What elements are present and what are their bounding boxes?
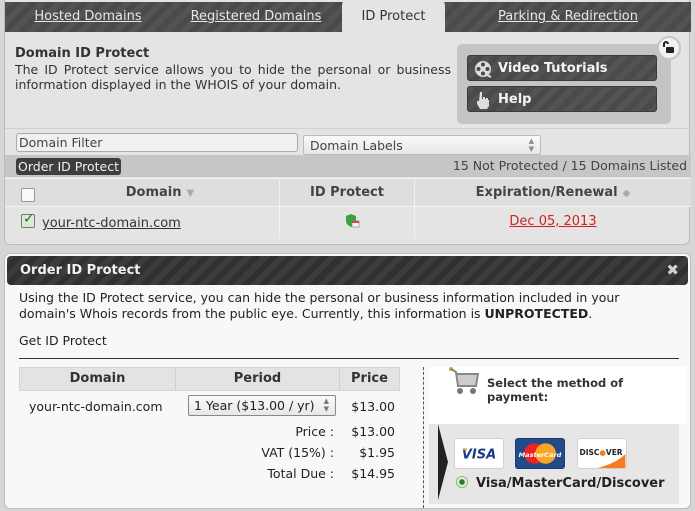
column-domain[interactable]: Domain ▼ [41, 179, 279, 207]
divider [19, 358, 679, 359]
tab-hosted-domains[interactable]: Hosted Domains [5, 2, 171, 32]
vat-label: VAT (15%) : [261, 445, 334, 460]
shield-add-icon[interactable] [344, 213, 360, 229]
order-id-protect-button[interactable]: Order ID Protect [16, 158, 121, 175]
order-id-protect-dialog: Order ID Protect ✖ Using the ID Protect … [4, 253, 691, 509]
shopping-cart-icon [449, 367, 480, 394]
payment-title: Select the method of payment: [487, 376, 624, 404]
column-expiration[interactable]: Expiration/Renewal ◆ [415, 179, 691, 207]
protection-status: UNPROTECTED [484, 306, 589, 321]
lock-toggle-button[interactable] [657, 36, 681, 60]
domain-filter-input[interactable] [16, 133, 298, 152]
help-button[interactable]: Help [467, 86, 657, 112]
period-value: 1 Year ($13.00 / yr) [194, 398, 315, 413]
subtotal-label: Price : [295, 424, 334, 439]
column-expiration-label: Expiration/Renewal [475, 185, 618, 200]
help-label: Help [498, 92, 532, 107]
section-description: The ID Protect service allows you to hid… [15, 62, 451, 92]
pointing-hand-icon [477, 92, 489, 109]
expiration-date-link[interactable]: Dec 05, 2013 [415, 214, 691, 229]
action-row: Order ID Protect 15 Not Protected / 15 D… [5, 155, 691, 177]
period-select[interactable]: 1 Year ($13.00 / yr) ▲ ▼ [188, 395, 336, 416]
column-period: Period [176, 368, 340, 390]
help-box: Video Tutorials Help [457, 44, 671, 124]
tab-parking-redirection[interactable]: Parking & Redirection [445, 2, 691, 32]
total-value: $14.95 [351, 466, 395, 481]
payment-options: VISA MasterCard DISC●VER Visa/MasterCard… [429, 424, 679, 504]
table-header: Domain ▼ ID Protect Expiration/Renewal ◆ [5, 178, 691, 207]
tab-id-protect[interactable]: ID Protect [342, 0, 445, 32]
radio-selected-icon[interactable] [456, 476, 468, 488]
price-table-header: Domain Period Price [19, 367, 400, 391]
tab-bar: Hosted Domains Registered Domains ID Pro… [5, 0, 691, 32]
domain-labels-select[interactable]: Domain Labels ▲ ▼ [303, 135, 541, 155]
listing-count: 15 Not Protected / 15 Domains Listed [452, 158, 687, 173]
filter-row: Domain Labels ▲▼ [5, 128, 691, 155]
select-all-checkbox[interactable] [21, 188, 35, 202]
svg-text:VISA: VISA [462, 448, 497, 463]
subtotal-value: $13.00 [351, 424, 395, 439]
domains-panel: Hosted Domains Registered Domains ID Pro… [4, 0, 691, 245]
payment-option-radio[interactable]: Visa/MasterCard/Discover [456, 476, 665, 491]
row-price: $13.00 [351, 399, 395, 414]
row-checkbox[interactable] [21, 211, 35, 228]
video-tutorials-button[interactable]: Video Tutorials [467, 55, 657, 81]
payment-option-label: Visa/MasterCard/Discover [476, 476, 665, 491]
select-arrows-icon: ▲ ▼ [528, 137, 534, 153]
vat-value: $1.95 [359, 445, 395, 460]
column-price: Price [351, 371, 388, 386]
order-domain: your-ntc-domain.com [29, 399, 163, 414]
payment-header: Select the method of payment: [429, 367, 687, 424]
dialog-description: Using the ID Protect service, you can hi… [19, 290, 679, 322]
svg-text:DISC●VER: DISC●VER [580, 448, 623, 457]
tab-registered-domains[interactable]: Registered Domains [171, 2, 341, 32]
sort-both-icon: ◆ [622, 188, 631, 199]
svg-text:MasterCard: MasterCard [519, 451, 562, 459]
total-label: Total Due : [267, 466, 334, 481]
unlock-icon [663, 41, 674, 53]
domain-link[interactable]: your-ntc-domain.com [42, 216, 181, 231]
domain-labels-value: Domain Labels [310, 138, 403, 153]
dialog-title: Order ID Protect [20, 263, 141, 278]
discover-card-icon: DISC●VER [577, 438, 627, 469]
table-row: your-ntc-domain.com Dec 05, 2013 [5, 208, 691, 238]
payment-method-box: Select the method of payment: VISA Maste… [423, 367, 687, 508]
description-end: . [588, 306, 593, 321]
get-id-protect-label: Get ID Protect [19, 333, 107, 348]
visa-card-icon: VISA [454, 438, 504, 469]
film-reel-icon [475, 61, 492, 78]
select-arrows-icon: ▲ ▼ [323, 397, 329, 413]
column-id-protect: ID Protect [310, 185, 384, 200]
dialog-header: Order ID Protect ✖ [7, 256, 688, 285]
sort-down-icon: ▼ [186, 188, 195, 199]
column-domain-label: Domain [125, 185, 182, 200]
column-domain: Domain [20, 368, 176, 390]
close-icon[interactable]: ✖ [666, 261, 679, 279]
video-tutorials-label: Video Tutorials [498, 61, 608, 76]
mastercard-card-icon: MasterCard [515, 438, 565, 469]
section-title: Domain ID Protect [15, 46, 150, 61]
arrow-indicator-icon [438, 424, 448, 500]
